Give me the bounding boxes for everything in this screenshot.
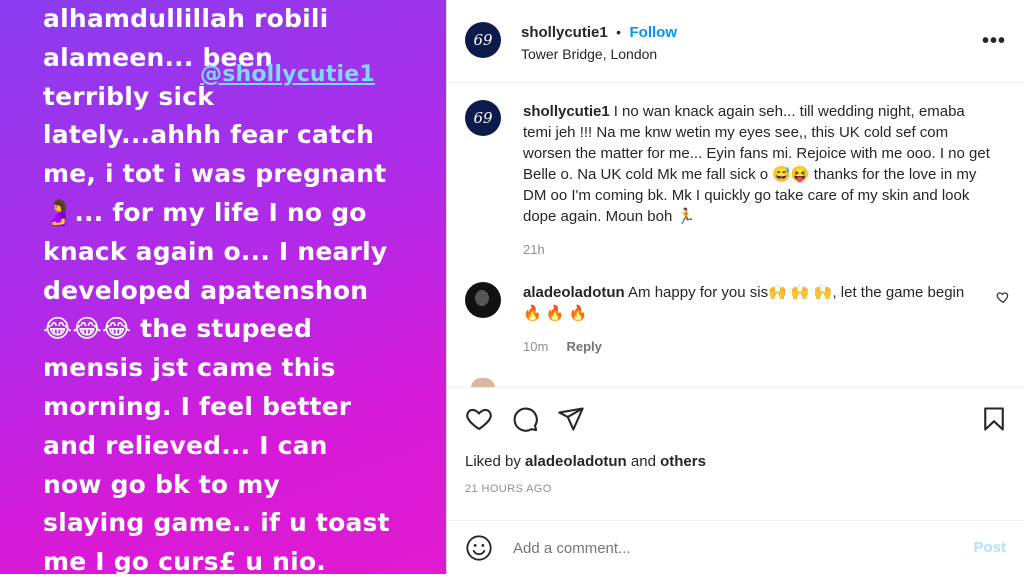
add-comment-bar: Post <box>447 520 1024 577</box>
post-panel: 69 shollycutie1 • Follow Tower Bridge, L… <box>447 0 1024 574</box>
location-link[interactable]: Tower Bridge, London <box>521 46 657 62</box>
author-line: shollycutie1 • Follow <box>521 24 677 42</box>
post-caption: shollycutie1 I no wan knack again seh... … <box>523 101 993 260</box>
commenter-username[interactable]: aladeoladotun <box>523 284 625 301</box>
share-icon[interactable] <box>557 405 585 433</box>
separator-dot: • <box>616 24 622 40</box>
liked-others-link[interactable]: others <box>660 453 706 470</box>
comment-icon[interactable] <box>511 405 539 433</box>
save-icon[interactable] <box>980 405 1008 433</box>
story-image: alhamdullillah robili alameen... been te… <box>0 0 446 574</box>
emoji-icon[interactable] <box>465 534 493 562</box>
author-username[interactable]: shollycutie1 <box>521 24 608 41</box>
more-options-icon[interactable]: ••• <box>982 30 1006 53</box>
comment-like-icon[interactable] <box>996 290 1010 304</box>
comment-meta: 10m Reply <box>523 336 983 357</box>
liked-and: and <box>630 453 656 470</box>
reply-button[interactable]: Reply <box>566 339 601 354</box>
like-icon[interactable] <box>465 405 493 433</box>
follow-button[interactable]: Follow <box>630 24 678 41</box>
commenter-avatar[interactable] <box>465 282 501 318</box>
caption-avatar[interactable]: 69 <box>465 100 501 136</box>
comment-time: 10m <box>523 339 549 354</box>
caption-time[interactable]: 21h <box>523 239 993 260</box>
post-actions: Liked by aladeoladotun and others 21 HOU… <box>447 387 1024 576</box>
post-button[interactable]: Post <box>973 539 1006 556</box>
author-avatar[interactable]: 69 <box>465 22 501 58</box>
post-header: 69 shollycutie1 • Follow Tower Bridge, L… <box>447 0 1024 83</box>
comment-item: aladeoladotun Am happy for you sis🙌 🙌 🙌,… <box>523 282 983 357</box>
liked-user-link[interactable]: aladeoladotun <box>525 453 627 470</box>
liked-prefix: Liked by <box>465 453 521 470</box>
liked-by: Liked by aladeoladotun and others <box>465 453 706 470</box>
caption-username[interactable]: shollycutie1 <box>523 103 610 120</box>
story-mention[interactable]: @shollycutie1 <box>200 62 375 87</box>
post-timestamp[interactable]: 21 HOURS AGO <box>465 483 552 495</box>
comment-input[interactable] <box>511 539 915 558</box>
caption-text: I no wan knack again seh... till wedding… <box>523 103 990 225</box>
